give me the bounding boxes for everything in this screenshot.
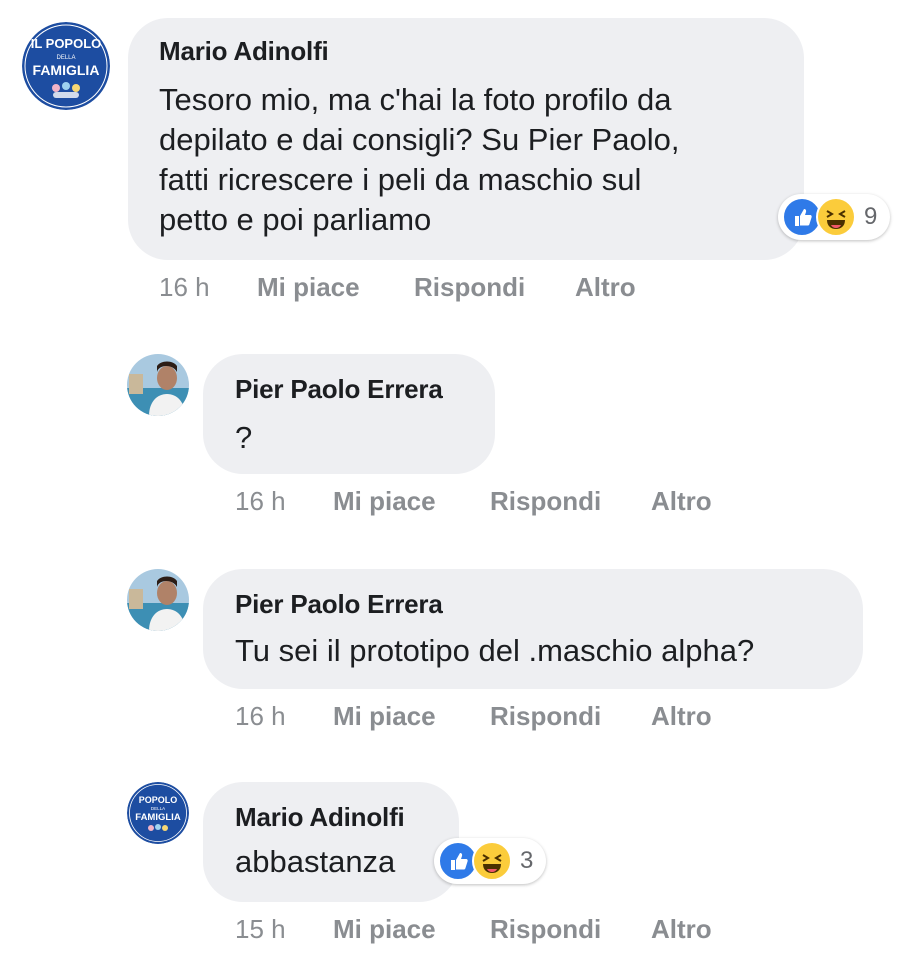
reply-button[interactable]: Rispondi [490, 701, 601, 732]
like-button[interactable]: Mi piace [333, 486, 436, 517]
comment-time: 16 h [235, 701, 286, 731]
comment-actions: 16 h Mi piace Rispondi Altro [159, 272, 859, 306]
user-photo-icon [127, 354, 189, 416]
more-button[interactable]: Altro [575, 272, 636, 303]
logo-line-1: POPOLO [139, 795, 178, 805]
comment-bubble [203, 569, 863, 689]
like-button[interactable]: Mi piace [333, 701, 436, 732]
comment-text-line: fatti ricrescere i peli da maschio sul [159, 162, 642, 197]
comment-actions: 16 h Mi piace Rispondi Altro [235, 701, 835, 735]
reply-button[interactable]: Rispondi [490, 486, 601, 517]
comment-text-line: depilato e dai consigli? Su Pier Paolo, [159, 122, 680, 157]
logo-line-2: DELLA [56, 55, 75, 61]
logo-line-3: FAMIGLIA [33, 62, 100, 78]
comment-actions: 16 h Mi piace Rispondi Altro [235, 486, 835, 520]
more-button[interactable]: Altro [651, 486, 712, 517]
comment-text-line: ? [235, 420, 253, 455]
avatar-user-photo[interactable] [127, 354, 189, 416]
reaction-count: 3 [520, 847, 534, 874]
reaction-count: 9 [864, 203, 878, 230]
comment-text-line: Tesoro mio, ma c'hai la foto profilo da [159, 82, 672, 117]
user-photo-icon [127, 569, 189, 631]
comment-author[interactable]: Pier Paolo Errera [235, 374, 443, 405]
more-button[interactable]: Altro [651, 914, 712, 945]
reply-button[interactable]: Rispondi [490, 914, 601, 945]
logo-icon: POPOLO DELLA FAMIGLIA [127, 782, 189, 844]
more-button[interactable]: Altro [651, 701, 712, 732]
comment-author[interactable]: Mario Adinolfi [159, 36, 329, 67]
reaction-summary[interactable]: 3 [434, 838, 546, 884]
avatar-popolo-famiglia[interactable]: IL POPOLO DELLA FAMIGLIA [22, 22, 110, 110]
reply-button[interactable]: Rispondi [414, 272, 525, 303]
comment-3: Pier Paolo Errera Tu sei il prototipo de… [0, 555, 916, 755]
comment-time: 16 h [235, 486, 286, 516]
logo-line-1: IL POPOLO [31, 36, 102, 51]
comment-text-line: abbastanza [235, 844, 396, 879]
haha-icon [816, 197, 856, 237]
avatar-popolo-famiglia[interactable]: POPOLO DELLA FAMIGLIA [127, 782, 189, 844]
comment-time: 15 h [235, 914, 286, 944]
comment-author[interactable]: Mario Adinolfi [235, 802, 405, 833]
comment-actions: 15 h Mi piace Rispondi Altro [235, 914, 835, 948]
avatar-user-photo[interactable] [127, 569, 189, 631]
comment-4: POPOLO DELLA FAMIGLIA Mario Adinolfi abb… [0, 768, 916, 960]
like-button[interactable]: Mi piace [333, 914, 436, 945]
like-button[interactable]: Mi piace [257, 272, 360, 303]
reaction-summary[interactable]: 9 [778, 194, 890, 240]
comment-time: 16 h [159, 272, 210, 302]
comment-text-line: petto e poi parliamo [159, 202, 432, 237]
comment-author[interactable]: Pier Paolo Errera [235, 589, 443, 620]
haha-icon [472, 841, 512, 881]
comment-1: IL POPOLO DELLA FAMIGLIA Mario Adinolfi … [0, 0, 916, 320]
logo-line-3: FAMIGLIA [135, 812, 181, 823]
comment-text-line: Tu sei il prototipo del .maschio alpha? [235, 633, 755, 668]
comment-2: Pier Paolo Errera ? 16 h Mi piace Rispon… [0, 340, 916, 540]
logo-line-2: DELLA [151, 806, 165, 811]
logo-icon: IL POPOLO DELLA FAMIGLIA [22, 22, 110, 110]
